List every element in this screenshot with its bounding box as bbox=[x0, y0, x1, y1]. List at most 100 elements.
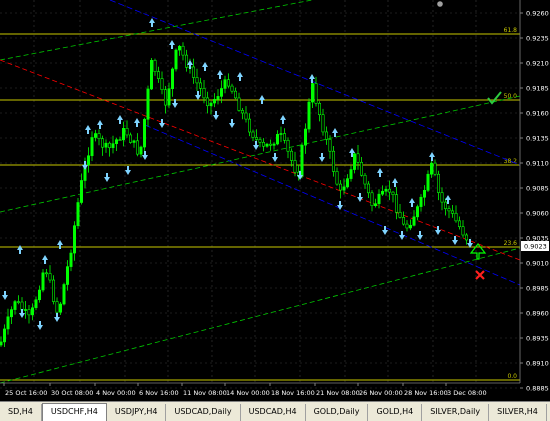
candle-body bbox=[412, 216, 416, 226]
candle-body bbox=[436, 173, 440, 193]
down-fractal-icon bbox=[213, 111, 219, 120]
down-fractal-icon bbox=[357, 193, 363, 202]
candle-body bbox=[171, 68, 175, 90]
candle-body bbox=[23, 309, 27, 311]
candle-body bbox=[303, 128, 307, 146]
up-fractal-icon bbox=[202, 62, 208, 71]
candle-body bbox=[338, 183, 342, 191]
candle-body bbox=[153, 60, 157, 72]
down-fractal-icon bbox=[37, 321, 43, 330]
candle-body bbox=[73, 225, 77, 254]
down-fractal-icon bbox=[452, 236, 458, 245]
signal-dot-icon bbox=[437, 1, 443, 7]
candle-body bbox=[16, 301, 20, 303]
price-tick-label: 0.9185 bbox=[526, 85, 549, 93]
candle-body bbox=[150, 60, 154, 90]
candle-body bbox=[422, 190, 426, 198]
candle-body bbox=[230, 85, 234, 92]
chart-window: 61.8 50.0 38.2 23.6 0.0 0.9260 0.9235 0.9210 0.9… bbox=[0, 0, 550, 421]
candle-body bbox=[359, 161, 363, 176]
candle-body bbox=[255, 137, 259, 140]
candle-body bbox=[384, 188, 388, 192]
fib-level-label: 61.8 bbox=[504, 27, 518, 34]
chart-tab[interactable]: USDCHF,H4 bbox=[41, 403, 107, 421]
up-fractal-icon bbox=[392, 178, 398, 187]
candle-body bbox=[279, 133, 283, 135]
time-tick-label: 18 Nov 16:00 bbox=[271, 389, 315, 397]
down-fractal-icon bbox=[54, 313, 60, 322]
chart-tab[interactable]: USDCAD,H4 bbox=[241, 404, 306, 421]
price-tick-label: 0.9085 bbox=[526, 185, 549, 193]
candle-body bbox=[174, 49, 178, 70]
time-tick-label: 26 Nov 00:00 bbox=[359, 389, 403, 397]
candle-body bbox=[345, 178, 349, 188]
candle-body bbox=[44, 272, 48, 275]
time-tick-label: 4 Nov 00:00 bbox=[96, 389, 136, 397]
chart-tab[interactable]: USDCAD,Daily bbox=[166, 404, 241, 421]
candle-body bbox=[248, 118, 252, 133]
up-fractal-icon bbox=[280, 115, 286, 124]
candle-body bbox=[433, 162, 437, 175]
time-tick-label: 14 Nov 00:00 bbox=[226, 389, 270, 397]
chart-tab[interactable]: GOLD,H4 bbox=[368, 404, 423, 421]
candle-body bbox=[164, 89, 168, 106]
check-mark-icon bbox=[487, 91, 502, 105]
chart-tab[interactable]: SILVER,H4 bbox=[489, 404, 547, 421]
chart-tab[interactable]: SILVER,Daily bbox=[422, 404, 490, 421]
up-fractal-icon bbox=[97, 120, 103, 129]
candle-body bbox=[0, 341, 3, 346]
candle-body bbox=[321, 114, 325, 133]
candle-body bbox=[373, 203, 377, 206]
candle-body bbox=[401, 217, 405, 225]
chart-tab[interactable]: SD,H4 bbox=[0, 404, 42, 421]
candle-body bbox=[335, 171, 339, 185]
candle-body bbox=[317, 102, 321, 116]
trend-line-red bbox=[0, 59, 521, 261]
up-fractal-icon bbox=[409, 198, 415, 207]
candle-body bbox=[261, 142, 265, 147]
up-fractal-icon bbox=[217, 70, 223, 79]
candle-body bbox=[241, 110, 245, 114]
time-tick-label: 21 Nov 08:00 bbox=[316, 389, 360, 397]
candle-body bbox=[192, 66, 196, 78]
candle-body bbox=[370, 192, 374, 206]
chart-tab[interactable]: USDJPY,H4 bbox=[107, 404, 167, 421]
candle-body bbox=[58, 303, 62, 313]
trend-line-green-upper bbox=[0, 0, 315, 61]
time-tick-label: 25 Oct 16:00 bbox=[5, 389, 47, 397]
time-tick-label: 28 Nov 16:00 bbox=[404, 389, 448, 397]
candle-body bbox=[408, 225, 412, 229]
candle-body bbox=[118, 139, 122, 141]
time-tick-label: 30 Oct 08:00 bbox=[51, 389, 93, 397]
current-price-label: 0.9023 bbox=[524, 243, 547, 251]
down-fractal-icon bbox=[399, 231, 405, 240]
candle-body bbox=[104, 142, 108, 148]
up-arrow-icon bbox=[469, 243, 487, 260]
candle-body bbox=[349, 169, 353, 179]
candle-body bbox=[62, 284, 66, 305]
time-tick-label: 3 Dec 08:00 bbox=[447, 389, 487, 397]
candle-body bbox=[227, 79, 231, 87]
candle-body bbox=[185, 54, 189, 68]
down-fractal-icon bbox=[319, 153, 325, 162]
candle-body bbox=[450, 210, 454, 214]
candle-body bbox=[275, 134, 279, 145]
candle-body bbox=[108, 142, 112, 148]
candle-body bbox=[157, 71, 161, 79]
candle-body bbox=[398, 211, 402, 218]
up-fractal-icon bbox=[149, 18, 155, 27]
chart-tab[interactable]: GOLD,Daily bbox=[306, 404, 369, 421]
price-tick-label: 0.8985 bbox=[526, 285, 549, 293]
candle-body bbox=[167, 88, 171, 106]
price-chart[interactable]: 61.850.038.223.60.00.92600.92350.92100.9… bbox=[0, 0, 550, 401]
fib-level-label: 50.0 bbox=[504, 93, 518, 100]
candle-body bbox=[419, 196, 423, 207]
candle-body bbox=[324, 131, 328, 140]
candle-body bbox=[146, 88, 150, 120]
candle-body bbox=[394, 194, 398, 213]
candle-body bbox=[122, 128, 126, 141]
candle-body bbox=[464, 234, 468, 241]
price-tick-label: 0.9135 bbox=[526, 135, 549, 143]
candle-body bbox=[80, 180, 84, 203]
candle-body bbox=[366, 183, 370, 194]
